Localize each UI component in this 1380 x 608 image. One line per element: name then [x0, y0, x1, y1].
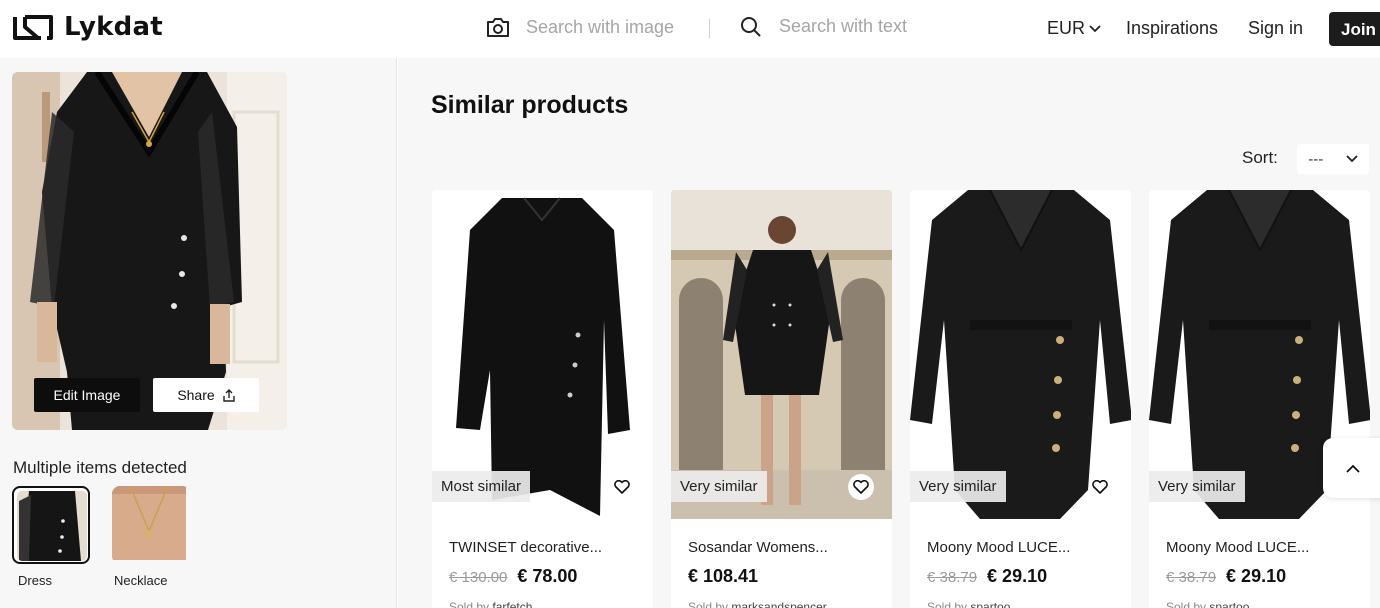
- sale-price: € 108.41: [688, 566, 759, 586]
- join-button[interactable]: Join: [1329, 12, 1380, 46]
- sale-price: € 29.10: [987, 566, 1048, 586]
- multiple-items-label: Multiple items detected: [13, 458, 187, 477]
- seller-link[interactable]: marksandspencer: [731, 600, 826, 608]
- product-prices: € 38.79 € 29.10: [927, 566, 1047, 587]
- search-divider: [709, 19, 710, 38]
- product-prices: € 108.41: [688, 566, 758, 587]
- heart-icon: [614, 480, 630, 494]
- search-text-placeholder: Search with text: [779, 16, 908, 36]
- page-title: Similar products: [431, 91, 629, 119]
- sale-price: € 29.10: [1226, 566, 1287, 586]
- share-button[interactable]: Share: [153, 378, 259, 412]
- product-card[interactable]: Very similar Moony Mood LUCE... € 38.79 …: [910, 190, 1131, 608]
- similarity-badge: Very similar: [1149, 471, 1245, 502]
- results-area: Similar products Sort: --- Most similar …: [398, 58, 1380, 608]
- share-label: Share: [177, 387, 215, 403]
- detected-item-necklace[interactable]: [112, 486, 190, 564]
- search-image-placeholder: Search with image: [526, 16, 675, 37]
- detected-item-label: Necklace: [114, 573, 168, 588]
- currency-value: EUR: [1047, 18, 1086, 38]
- sort-dropdown[interactable]: ---: [1297, 144, 1369, 174]
- logo-icon: [13, 15, 53, 40]
- seller-link[interactable]: spartoo: [970, 600, 1010, 608]
- product-name: TWINSET decorative...: [449, 539, 603, 556]
- product-name: Moony Mood LUCE...: [927, 539, 1071, 556]
- edit-image-button[interactable]: Edit Image: [34, 378, 140, 412]
- query-panel: Edit Image Share Multiple items detected…: [0, 58, 397, 608]
- original-price: € 38.79: [1166, 569, 1217, 586]
- seller-link[interactable]: farfetch: [492, 600, 532, 608]
- sort-label: Sort:: [1242, 148, 1278, 167]
- product-name: Moony Mood LUCE...: [1166, 539, 1310, 556]
- seller-link[interactable]: spartoo: [1209, 600, 1249, 608]
- brand-logo[interactable]: Lykdat: [12, 12, 163, 42]
- seller-info: Sold by spartoo: [927, 600, 1010, 608]
- chevron-down-icon: [1346, 155, 1358, 163]
- product-prices: € 130.00 € 78.00: [449, 566, 577, 587]
- original-price: € 130.00: [449, 569, 508, 586]
- product-card[interactable]: Very similar Sosandar Womens... € 108.41…: [671, 190, 892, 608]
- product-prices: € 38.79 € 29.10: [1166, 566, 1286, 587]
- chevron-down-icon: [1089, 24, 1101, 32]
- favorite-button[interactable]: [1087, 474, 1113, 500]
- nav-inspirations-link[interactable]: Inspirations: [1126, 18, 1218, 39]
- product-card[interactable]: Most similar TWINSET decorative... € 130…: [432, 190, 653, 608]
- sort-value: ---: [1308, 150, 1324, 168]
- top-header: Lykdat Search with image Search with tex…: [0, 0, 1380, 58]
- product-card[interactable]: Very similar Moony Mood LUCE... € 38.79 …: [1149, 190, 1370, 608]
- seller-info: Sold by spartoo: [1166, 600, 1249, 608]
- share-icon: [222, 388, 235, 402]
- scroll-to-top-button[interactable]: [1323, 438, 1380, 498]
- product-image: [910, 190, 1131, 519]
- favorite-button[interactable]: [848, 474, 874, 500]
- currency-selector[interactable]: EUR: [1047, 18, 1101, 39]
- search-with-text-input[interactable]: Search with text: [740, 16, 907, 37]
- seller-info: Sold by farfetch: [449, 600, 532, 608]
- camera-icon: [487, 18, 509, 37]
- seller-info: Sold by marksandspencer: [688, 600, 827, 608]
- detected-item-dress[interactable]: [12, 486, 90, 564]
- brand-name: Lykdat: [64, 12, 163, 42]
- sale-price: € 78.00: [517, 566, 578, 586]
- search-with-image[interactable]: Search with image: [486, 16, 674, 38]
- query-image: [12, 72, 287, 430]
- detected-item-label: Dress: [18, 573, 52, 588]
- similarity-badge: Very similar: [671, 471, 767, 502]
- similarity-badge: Very similar: [910, 471, 1006, 502]
- similarity-badge: Most similar: [432, 471, 531, 502]
- search-icon: [741, 17, 761, 37]
- heart-icon: [1092, 480, 1108, 494]
- chevron-up-icon: [1346, 464, 1360, 473]
- product-name: Sosandar Womens...: [688, 539, 828, 556]
- nav-sign-in-link[interactable]: Sign in: [1248, 18, 1303, 39]
- original-price: € 38.79: [927, 569, 978, 586]
- product-image: [671, 190, 892, 519]
- product-image: [432, 190, 653, 519]
- heart-icon: [853, 480, 869, 494]
- favorite-button[interactable]: [609, 474, 635, 500]
